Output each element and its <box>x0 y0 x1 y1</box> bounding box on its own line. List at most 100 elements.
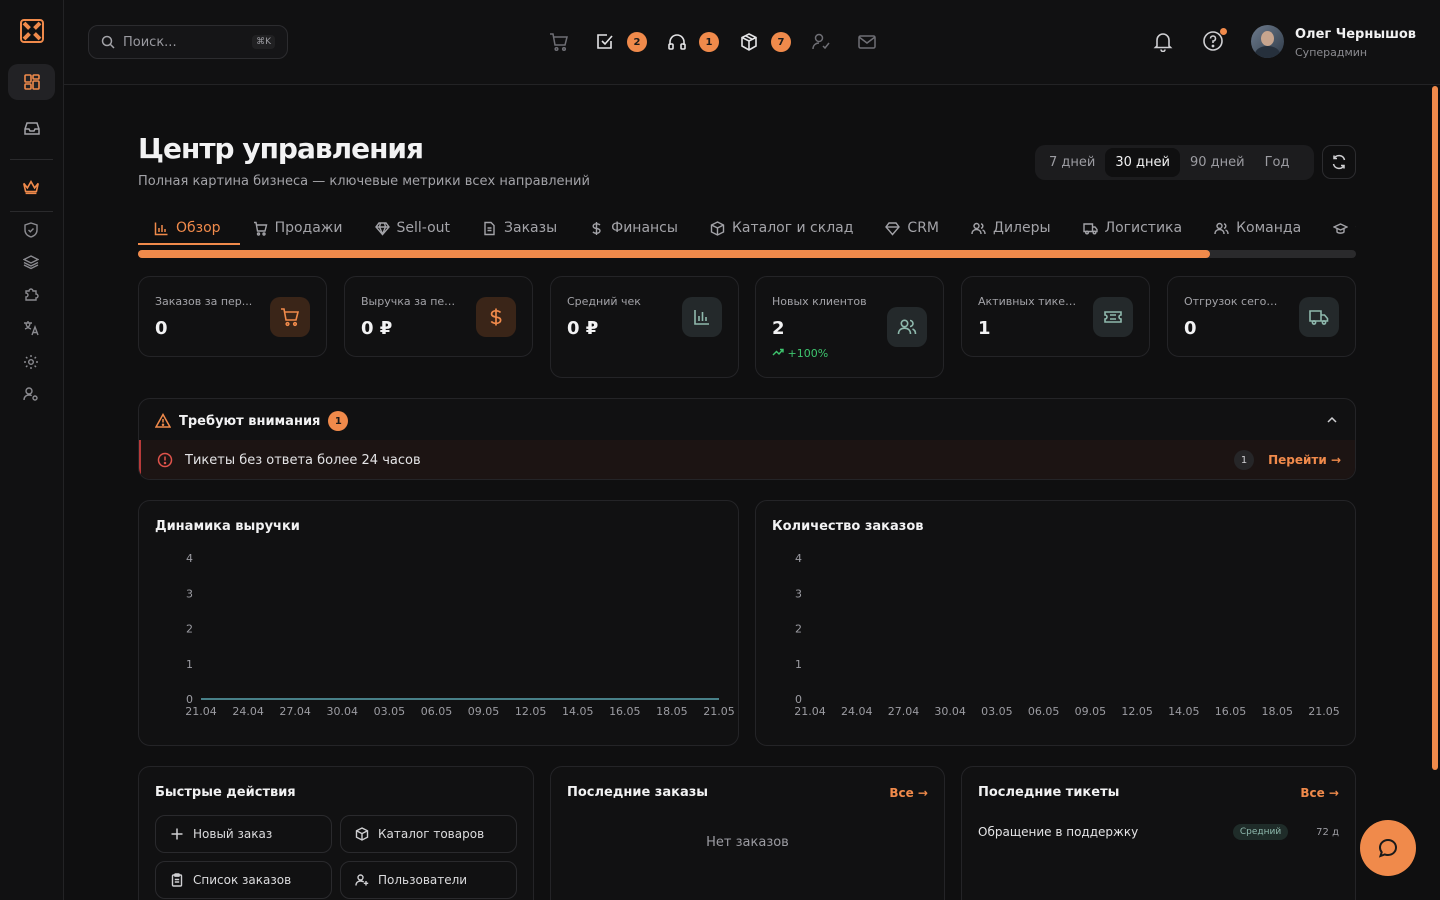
x-tick-label: 09.05 <box>1075 705 1107 718</box>
sidebar-item-inbox[interactable] <box>8 110 55 146</box>
stat-value: 0 <box>155 318 168 339</box>
stat-card-shipments-today[interactable]: Отгрузок сегод... 0 <box>1167 276 1356 357</box>
users-button[interactable]: Пользователи <box>340 861 517 899</box>
gear-icon <box>24 355 38 369</box>
y-tick-label: 3 <box>186 587 193 600</box>
inbox-icon <box>23 122 40 135</box>
mail-button[interactable] <box>856 31 878 53</box>
x-tick-label: 03.05 <box>981 705 1013 718</box>
x-tick-label: 24.04 <box>841 705 873 718</box>
headphones-icon <box>668 34 686 50</box>
ticket-icon <box>1104 311 1122 323</box>
alert-circle-icon <box>157 452 173 468</box>
x-tick-label: 21.05 <box>703 705 735 718</box>
user-check-button[interactable] <box>810 31 832 53</box>
cart-icon <box>253 221 267 236</box>
attention-item-link[interactable]: Перейти → <box>1268 453 1341 467</box>
refresh-button[interactable] <box>1322 145 1356 179</box>
gem-icon <box>885 221 901 236</box>
sidebar-divider <box>10 211 53 212</box>
sidebar-item-layers[interactable] <box>22 253 40 271</box>
bar-chart-icon <box>694 310 709 325</box>
tab-overview[interactable]: Обзор <box>138 214 237 242</box>
sidebar-item-user-settings[interactable] <box>22 385 40 403</box>
stat-card-active-tickets[interactable]: Активных тикет... 1 <box>961 276 1150 357</box>
ticket-row[interactable]: Обращение в поддержку Средний 72 д <box>978 822 1339 842</box>
tab-sales[interactable]: Продажи <box>237 214 359 242</box>
stat-card-revenue[interactable]: Выручка за пер... 0 ₽ <box>344 276 533 357</box>
page-subtitle: Полная картина бизнеса — ключевые метрик… <box>138 174 590 189</box>
notifications-button[interactable] <box>1152 30 1174 56</box>
recent-tickets-all-link[interactable]: Все → <box>1300 786 1339 800</box>
tab-label: Команда <box>1236 220 1302 236</box>
cart-icon <box>550 33 568 52</box>
date-range-selector: 7 дней 30 дней 90 дней Год <box>1035 145 1314 180</box>
tab-label: Заказы <box>504 220 558 236</box>
user-plus-icon <box>355 874 369 886</box>
tab-dealers[interactable]: Дилеры <box>955 214 1067 242</box>
x-tick-label: 03.05 <box>374 705 406 718</box>
sidebar-item-dashboard[interactable] <box>8 64 55 100</box>
stat-value: 2 <box>772 318 785 339</box>
avatar[interactable] <box>1251 25 1284 58</box>
orders-list-button[interactable]: Список заказов <box>155 861 332 899</box>
tab-label: Обзор <box>176 220 221 236</box>
tab-finance[interactable]: Финансы <box>573 214 694 242</box>
stat-value: 0 <box>1184 318 1197 339</box>
attention-item-count: 1 <box>1234 450 1255 470</box>
range-option-7d[interactable]: 7 дней <box>1039 148 1105 177</box>
new-order-button[interactable]: Новый заказ <box>155 815 332 853</box>
sidebar-item-settings[interactable] <box>22 353 40 371</box>
sidebar-item-premium[interactable] <box>22 178 40 196</box>
chevron-up-icon[interactable] <box>1325 413 1339 427</box>
tab-team[interactable]: Команда <box>1198 214 1317 242</box>
users-icon <box>897 319 917 335</box>
translate-icon <box>24 321 39 336</box>
tab-crm[interactable]: CRM <box>869 214 955 242</box>
dollar-icon <box>490 308 502 326</box>
stat-icon-box <box>270 297 310 337</box>
support-button[interactable] <box>666 31 688 53</box>
cart-button[interactable] <box>548 31 570 53</box>
package-icon <box>710 220 725 236</box>
range-option-year[interactable]: Год <box>1255 148 1300 177</box>
stat-card-orders[interactable]: Заказов за пер... 0 <box>138 276 327 357</box>
search-input[interactable]: Поиск... ⌘K <box>88 25 288 59</box>
logo-icon[interactable] <box>20 19 44 43</box>
range-option-90d[interactable]: 90 дней <box>1180 148 1255 177</box>
tab-logistics[interactable]: Логистика <box>1067 214 1199 242</box>
tab-more[interactable]: С <box>1317 214 1356 242</box>
chat-button[interactable] <box>1360 820 1416 876</box>
stat-card-average-check[interactable]: Средний чек 0 ₽ <box>550 276 739 378</box>
attention-item[interactable]: Тикеты без ответа более 24 часов 1 Перей… <box>139 440 1355 479</box>
sidebar-item-translations[interactable] <box>22 319 40 337</box>
puzzle-icon <box>25 288 39 301</box>
tabs-scroll-track[interactable] <box>138 250 1356 258</box>
sidebar <box>0 0 64 900</box>
recent-orders-all-link[interactable]: Все → <box>889 786 928 800</box>
sidebar-item-integrations[interactable] <box>22 285 40 303</box>
range-option-30d[interactable]: 30 дней <box>1105 148 1180 177</box>
tasks-button[interactable] <box>594 31 616 53</box>
stat-card-new-clients[interactable]: Новых клиентов 2 +100% <box>755 276 944 378</box>
catalog-button[interactable]: Каталог товаров <box>340 815 517 853</box>
scrollbar[interactable] <box>1432 86 1438 770</box>
y-tick-label: 1 <box>795 658 802 671</box>
tab-orders[interactable]: Заказы <box>466 214 573 242</box>
clipboard-icon <box>171 873 183 887</box>
tab-sell-out[interactable]: Sell-out <box>359 214 467 242</box>
x-tick-label: 16.05 <box>1215 705 1247 718</box>
attention-header[interactable]: Требуют внимания 1 <box>155 411 349 431</box>
packages-button[interactable] <box>738 31 760 53</box>
x-tick-label: 12.05 <box>515 705 547 718</box>
tab-catalog[interactable]: Каталог и склад <box>694 214 869 242</box>
x-tick-label: 30.04 <box>934 705 966 718</box>
button-label: Каталог товаров <box>378 827 485 841</box>
button-label: Список заказов <box>193 873 292 887</box>
tab-label: CRM <box>907 220 940 236</box>
user-name[interactable]: Олег Чернышов <box>1295 27 1416 42</box>
document-icon <box>484 221 495 235</box>
x-tick-label: 21.04 <box>185 705 217 718</box>
tabs-scroll-thumb[interactable] <box>138 250 1210 258</box>
sidebar-item-security[interactable] <box>22 221 40 239</box>
